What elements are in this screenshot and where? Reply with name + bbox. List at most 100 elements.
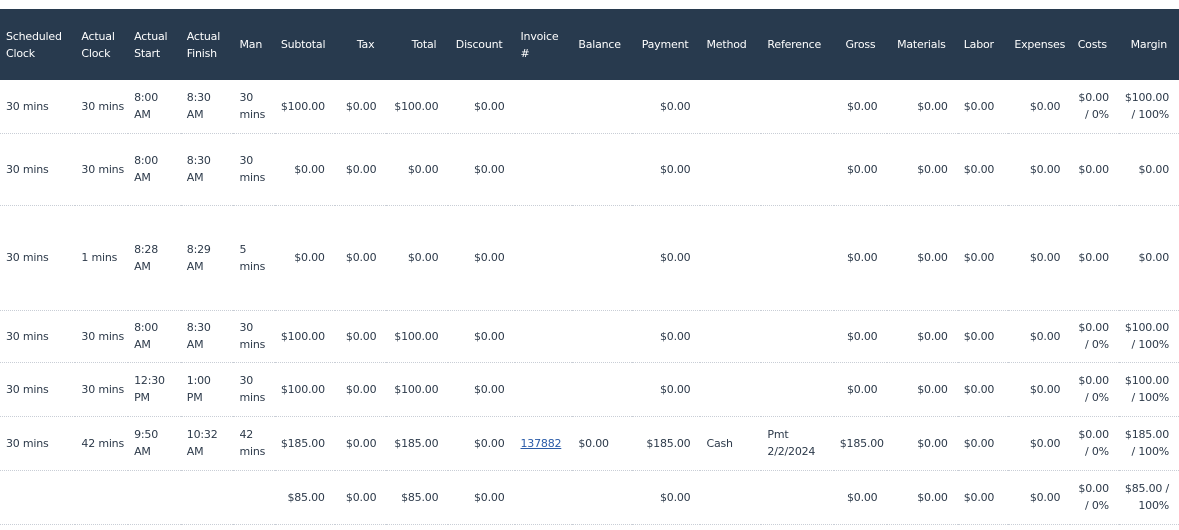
column-header-gross[interactable]: Gross — [833, 9, 888, 80]
cell-afinish: 10:32 AM — [180, 416, 234, 471]
table-body: 30 mins 30 mins 8:00 AM 8:30 AM 30 mins $100.… — [0, 80, 1179, 525]
cell-margin: $0.00 — [1118, 205, 1179, 311]
cell-tax: $0.00 — [334, 470, 387, 525]
column-header-astart[interactable]: Actual Start — [128, 9, 181, 80]
cell-materials: $0.00 — [887, 310, 958, 363]
cell-astart — [128, 470, 181, 525]
cell-labor: $0.00 — [957, 80, 1009, 134]
header-row: Scheduled Clock Actual Clock Actual Start A… — [0, 9, 1179, 80]
cell-tax: $0.00 — [334, 80, 387, 134]
cell-tax: $0.00 — [334, 310, 387, 363]
cell-sched: 30 mins — [0, 80, 76, 134]
column-header-discount[interactable]: Discount — [448, 9, 515, 80]
column-header-payment[interactable]: Payment — [632, 9, 701, 80]
table-row: 30 mins 30 mins 8:00 AM 8:30 AM 30 mins $0.00… — [0, 133, 1179, 206]
table-row: 30 mins 42 mins 9:50 AM 10:32 AM 42 mins $185… — [0, 416, 1179, 471]
cell-man: 30 mins — [233, 133, 275, 206]
cell-method — [700, 205, 762, 311]
cell-afinish — [180, 470, 234, 525]
cell-gross: $0.00 — [833, 133, 888, 206]
column-header-labor[interactable]: Labor — [957, 9, 1009, 80]
cell-invoice — [514, 310, 573, 363]
column-header-total[interactable]: Total — [386, 9, 449, 80]
column-header-invoice[interactable]: Invoice # — [514, 9, 573, 80]
cell-afinish: 8:30 AM — [180, 133, 234, 206]
cell-aclock: 30 mins — [75, 362, 129, 417]
cell-method — [700, 310, 762, 363]
column-header-costs[interactable]: Costs — [1070, 9, 1119, 80]
cell-invoice — [514, 205, 573, 311]
cell-reference — [761, 205, 834, 311]
cell-astart: 8:00 AM — [128, 310, 181, 363]
cell-invoice — [514, 80, 573, 134]
cell-gross: $0.00 — [833, 205, 888, 311]
table-row: 30 mins 30 mins 12:30 PM 1:00 PM 30 mins $100… — [0, 362, 1179, 417]
cell-astart: 12:30 PM — [128, 362, 181, 417]
cell-gross: $0.00 — [833, 362, 888, 417]
column-header-balance[interactable]: Balance — [572, 9, 633, 80]
cell-man: 5 mins — [233, 205, 275, 311]
cell-gross: $0.00 — [833, 80, 888, 134]
column-header-sched[interactable]: Scheduled Clock — [0, 9, 76, 80]
cell-expenses: $0.00 — [1008, 470, 1071, 525]
table-row: $85.00 $0.00 $85.00 $0.00 $0.00 $0.00 $0.00 $0.… — [0, 470, 1179, 525]
cell-discount: $0.00 — [448, 310, 515, 363]
column-header-materials[interactable]: Materials — [887, 9, 958, 80]
cell-payment: $0.00 — [632, 133, 701, 206]
cell-payment: $0.00 — [632, 362, 701, 417]
cell-astart: 8:00 AM — [128, 80, 181, 134]
cell-man — [233, 470, 275, 525]
table-row: 30 mins 1 mins 8:28 AM 8:29 AM 5 mins $0.00 $0… — [0, 205, 1179, 311]
column-header-afinish[interactable]: Actual Finish — [180, 9, 234, 80]
column-header-subtotal[interactable]: Subtotal — [274, 9, 335, 80]
cell-discount: $0.00 — [448, 205, 515, 311]
cell-reference — [761, 362, 834, 417]
cell-expenses: $0.00 — [1008, 362, 1071, 417]
cell-materials: $0.00 — [887, 80, 958, 134]
cell-sched: 30 mins — [0, 205, 76, 311]
top-strip — [0, 0, 1179, 9]
cell-astart: 9:50 AM — [128, 416, 181, 471]
cell-invoice — [514, 362, 573, 417]
cell-materials: $0.00 — [887, 205, 958, 311]
cell-sched: 30 mins — [0, 310, 76, 363]
cell-expenses: $0.00 — [1008, 80, 1071, 134]
cell-payment: $0.00 — [632, 470, 701, 525]
cell-balance: $0.00 — [572, 416, 633, 471]
cell-method: Cash — [700, 416, 762, 471]
cell-balance — [572, 310, 633, 363]
cell-afinish: 8:30 AM — [180, 80, 234, 134]
cell-method — [700, 80, 762, 134]
invoice-link[interactable]: 137882 — [521, 437, 562, 450]
cell-tax: $0.00 — [334, 205, 387, 311]
cell-man: 42 mins — [233, 416, 275, 471]
column-header-margin[interactable]: Margin — [1118, 9, 1179, 80]
cell-payment: $185.00 — [632, 416, 701, 471]
cell-aclock — [75, 470, 129, 525]
cell-margin: $85.00 / 100% — [1118, 470, 1179, 525]
cell-aclock: 30 mins — [75, 80, 129, 134]
cell-gross: $0.00 — [833, 310, 888, 363]
cell-subtotal: $100.00 — [274, 310, 335, 363]
column-header-method[interactable]: Method — [700, 9, 762, 80]
cell-costs: $0.00 / 0% — [1070, 80, 1119, 134]
cell-subtotal: $100.00 — [274, 80, 335, 134]
cell-expenses: $0.00 — [1008, 205, 1071, 311]
column-header-man[interactable]: Man — [233, 9, 275, 80]
cell-reference: Pmt 2/2/2024 — [761, 416, 834, 471]
column-header-aclock[interactable]: Actual Clock — [75, 9, 129, 80]
cell-balance — [572, 205, 633, 311]
column-header-tax[interactable]: Tax — [334, 9, 387, 80]
cell-payment: $0.00 — [632, 205, 701, 311]
cell-gross: $185.00 — [833, 416, 888, 471]
cell-subtotal: $85.00 — [274, 470, 335, 525]
column-header-reference[interactable]: Reference — [761, 9, 834, 80]
cell-discount: $0.00 — [448, 80, 515, 134]
cell-aclock: 30 mins — [75, 310, 129, 363]
cell-costs: $0.00 / 0% — [1070, 470, 1119, 525]
cell-subtotal: $0.00 — [274, 205, 335, 311]
cell-tax: $0.00 — [334, 362, 387, 417]
column-header-expenses[interactable]: Expenses — [1008, 9, 1071, 80]
cell-labor: $0.00 — [957, 470, 1009, 525]
cell-expenses: $0.00 — [1008, 133, 1071, 206]
